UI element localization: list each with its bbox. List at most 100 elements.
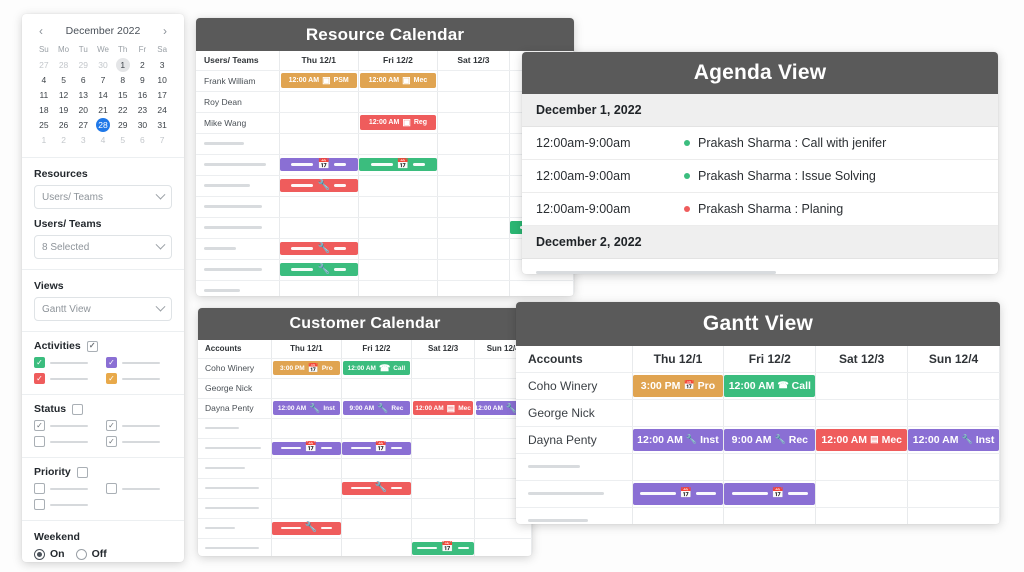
- event-chip[interactable]: 12:00 AM ☎ Call: [342, 361, 410, 375]
- day-cell[interactable]: [279, 217, 359, 239]
- day-cell[interactable]: [411, 378, 476, 399]
- day-cell[interactable]: [907, 480, 1000, 508]
- calendar-day[interactable]: 6: [73, 73, 93, 87]
- day-cell[interactable]: 📅: [411, 538, 476, 556]
- event-chip[interactable]: 3:00 PM 📅 Pro: [632, 374, 724, 397]
- activity-item[interactable]: ✓: [34, 357, 100, 368]
- calendar-day[interactable]: 5: [54, 73, 74, 87]
- calendar-day[interactable]: 18: [34, 103, 54, 117]
- table-row[interactable]: [198, 458, 532, 479]
- day-cell[interactable]: [279, 196, 359, 218]
- day-cell[interactable]: 📅: [723, 480, 817, 508]
- event-chip[interactable]: 12:00 AM ▤ Mec: [816, 428, 908, 451]
- day-cell[interactable]: [358, 280, 439, 296]
- day-cell[interactable]: [358, 196, 439, 218]
- activity-checkbox[interactable]: ✓: [106, 357, 117, 368]
- day-cell[interactable]: [358, 217, 439, 239]
- day-cell[interactable]: [358, 238, 439, 260]
- day-cell[interactable]: [341, 498, 412, 519]
- calendar-day[interactable]: 4: [93, 133, 113, 147]
- day-cell[interactable]: [341, 378, 412, 399]
- event-bar[interactable]: 🔧: [279, 242, 358, 255]
- day-cell[interactable]: [815, 399, 909, 427]
- calendar-day[interactable]: 7: [93, 73, 113, 87]
- event-chip[interactable]: 12:00 AM ▣ PSM: [280, 73, 357, 88]
- calendar-day[interactable]: 19: [54, 103, 74, 117]
- day-cell[interactable]: [723, 399, 817, 427]
- status-item[interactable]: ✓: [34, 420, 100, 431]
- activities-checkbox-list[interactable]: ✓ ✓ ✓ ✓: [34, 357, 172, 384]
- calendar-day[interactable]: 1: [34, 133, 54, 147]
- activity-item[interactable]: ✓: [34, 373, 100, 384]
- table-row[interactable]: Roy Dean: [196, 91, 574, 113]
- calendar-day[interactable]: 3: [73, 133, 93, 147]
- calendar-day[interactable]: 8: [113, 73, 133, 87]
- calendar-day[interactable]: 29: [73, 58, 93, 72]
- event-chip[interactable]: 12:00 AM ▣ Reg: [359, 115, 437, 130]
- calendar-day[interactable]: 15: [113, 88, 133, 102]
- day-cell[interactable]: 12:00 AM ☎ Call: [341, 358, 412, 379]
- day-cell[interactable]: [437, 280, 510, 296]
- table-row[interactable]: [196, 217, 574, 239]
- day-cell[interactable]: 3:00 PM 📅 Pro: [271, 358, 342, 379]
- calendar-day[interactable]: 27: [34, 58, 54, 72]
- day-cell[interactable]: 📅: [279, 154, 359, 176]
- calendar-day[interactable]: 3: [152, 58, 172, 72]
- day-cell[interactable]: [411, 498, 476, 519]
- calendar-day[interactable]: 27: [73, 118, 93, 132]
- day-cell[interactable]: [437, 217, 510, 239]
- day-cell[interactable]: [358, 133, 439, 155]
- activity-item[interactable]: ✓: [106, 357, 172, 368]
- calendar-day[interactable]: 28: [54, 58, 74, 72]
- table-row[interactable]: 🔧: [196, 259, 574, 281]
- priority-checkbox[interactable]: [106, 483, 117, 494]
- weekend-radio-group[interactable]: On Off: [34, 548, 172, 560]
- column-header-day[interactable]: Fri 12/2: [358, 51, 439, 71]
- day-cell[interactable]: [358, 259, 439, 281]
- event-bar[interactable]: 📅: [358, 158, 438, 171]
- chevron-right-icon[interactable]: ›: [160, 25, 170, 37]
- column-header-day[interactable]: Fri 12/2: [341, 340, 412, 359]
- status-checkbox-list[interactable]: ✓ ✓ ✓: [34, 420, 172, 447]
- status-checkbox[interactable]: ✓: [34, 420, 45, 431]
- calendar-day[interactable]: 2: [54, 133, 74, 147]
- column-header-lead[interactable]: Users/ Teams: [196, 51, 280, 71]
- calendar-day[interactable]: 10: [152, 73, 172, 87]
- calendar-day[interactable]: 29: [113, 118, 133, 132]
- day-cell[interactable]: [411, 458, 476, 479]
- day-cell[interactable]: [279, 91, 359, 113]
- table-row[interactable]: 📅 📅: [516, 480, 1000, 508]
- day-cell[interactable]: 9:00 AM 🔧 Rec: [341, 398, 412, 419]
- day-cell[interactable]: [358, 91, 439, 113]
- day-cell[interactable]: 3:00 PM 📅 Pro: [632, 372, 725, 400]
- table-row[interactable]: George Nick: [198, 378, 532, 399]
- day-cell[interactable]: [907, 453, 1000, 481]
- day-cell[interactable]: [437, 133, 510, 155]
- day-cell[interactable]: 🔧: [279, 238, 359, 260]
- activity-item[interactable]: ✓: [106, 373, 172, 384]
- calendar-day[interactable]: 11: [34, 88, 54, 102]
- day-cell[interactable]: [815, 507, 909, 524]
- calendar-day[interactable]: 2: [133, 58, 153, 72]
- day-cell[interactable]: [358, 175, 439, 197]
- event-bar[interactable]: 📅: [411, 541, 475, 555]
- column-header-day[interactable]: Sun 12/4: [907, 346, 1000, 373]
- status-checkbox[interactable]: [34, 436, 45, 447]
- column-header-day[interactable]: Fri 12/2: [723, 346, 817, 373]
- table-row[interactable]: [196, 133, 574, 155]
- event-bar[interactable]: 📅: [724, 482, 816, 505]
- table-row[interactable]: Mike Wang 12:00 AM ▣ Reg: [196, 112, 574, 134]
- event-chip[interactable]: 12:00 AM🔧Inst: [272, 401, 340, 415]
- calendar-day[interactable]: 12: [54, 88, 74, 102]
- day-cell[interactable]: 12:00 AM🔧Inst: [271, 398, 342, 419]
- day-cell[interactable]: [815, 372, 909, 400]
- day-cell[interactable]: [815, 453, 909, 481]
- event-chip[interactable]: 12:00 AM🔧Inst: [908, 428, 999, 451]
- day-cell[interactable]: [341, 418, 412, 439]
- event-bar[interactable]: 📅: [632, 482, 724, 505]
- day-cell[interactable]: [437, 91, 510, 113]
- status-item[interactable]: ✓: [106, 436, 172, 447]
- mini-calendar-grid[interactable]: Su Mo Tu We Th Fr Sa 27 28 29 30 1 2 3 4 5 6 7 8 9 10 11 12 13 1…: [34, 43, 172, 147]
- table-row[interactable]: Coho Winery 3:00 PM 📅 Pro 12:00 AM ☎ Call: [516, 372, 1000, 400]
- day-cell[interactable]: 📅: [341, 438, 412, 459]
